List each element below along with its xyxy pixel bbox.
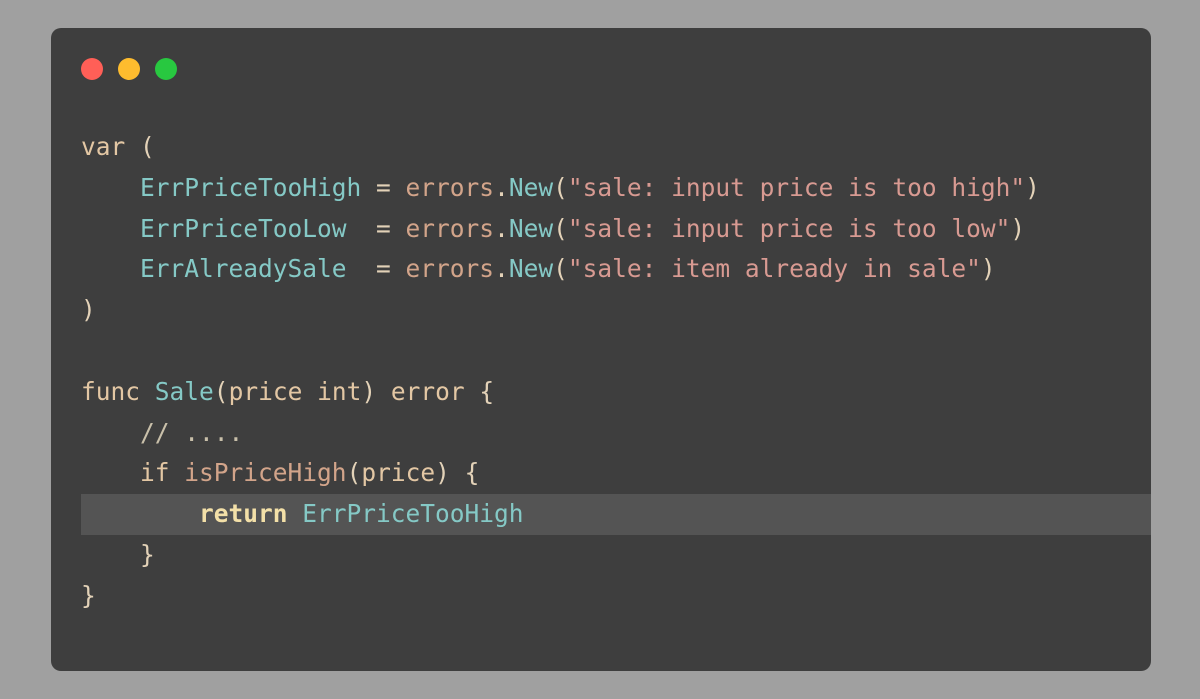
code-line: } <box>81 576 1151 617</box>
punctuation: ) <box>361 376 377 406</box>
code-line: ErrPriceTooLow = errors.New("sale: input… <box>81 209 1151 250</box>
minimize-dot-icon[interactable] <box>118 58 140 80</box>
identifier: ErrPriceTooLow <box>140 213 347 243</box>
punctuation: . <box>494 172 509 202</box>
function-name: New <box>508 213 554 243</box>
code-line: if isPriceHigh(price) { <box>81 453 1151 494</box>
keyword: return <box>199 499 288 529</box>
code-line: } <box>81 535 1151 576</box>
code-line: // .... <box>81 413 1151 454</box>
package-name: errors <box>405 213 495 243</box>
code-line: ErrPriceTooHigh = errors.New("sale: inpu… <box>81 168 1151 209</box>
punctuation: ( <box>553 254 568 284</box>
punctuation: } <box>81 580 96 610</box>
code-line: var ( <box>81 127 1151 168</box>
punctuation: ( <box>213 376 229 406</box>
parameter: price <box>228 376 303 406</box>
identifier: ErrPriceTooHigh <box>302 499 524 529</box>
punctuation: ( <box>346 458 362 488</box>
code-window: var ( ErrPriceTooHigh = errors.New("sale… <box>51 28 1151 671</box>
operator: = <box>346 254 406 284</box>
function-name: Sale <box>154 376 214 406</box>
function-name: New <box>508 172 554 202</box>
operator: = <box>361 172 406 202</box>
punctuation: ) <box>980 254 996 284</box>
package-name: errors <box>405 172 495 202</box>
code-block: var ( ErrPriceTooHigh = errors.New("sale… <box>81 127 1151 617</box>
identifier: ErrPriceTooHigh <box>140 172 362 202</box>
keyword: if <box>140 458 170 488</box>
keyword: var <box>81 132 126 161</box>
punctuation: { <box>464 376 495 406</box>
code-line: ) <box>81 290 1151 331</box>
punctuation: ) <box>81 295 96 325</box>
string-literal: "sale: input price is too low" <box>567 213 1011 243</box>
operator: = <box>346 213 406 243</box>
code-line: ErrAlreadySale = errors.New("sale: item … <box>81 249 1151 290</box>
punctuation: ) <box>1025 172 1040 202</box>
maximize-dot-icon[interactable] <box>155 58 177 80</box>
punctuation: ( <box>553 213 568 243</box>
code-line-highlighted: return ErrPriceTooHigh <box>81 494 1151 535</box>
punctuation: ) <box>1010 213 1026 243</box>
punctuation: . <box>494 213 509 243</box>
close-dot-icon[interactable] <box>81 58 103 80</box>
package-name: errors <box>405 254 495 284</box>
punctuation: { <box>449 458 480 488</box>
keyword: func <box>81 376 141 406</box>
punctuation: ( <box>553 172 568 202</box>
identifier: ErrAlreadySale <box>140 254 347 284</box>
function-call: isPriceHigh <box>184 458 347 488</box>
punctuation: . <box>494 254 509 284</box>
comment: // .... <box>140 417 244 447</box>
string-literal: "sale: input price is too high" <box>567 172 1026 202</box>
code-line: func Sale(price int) error { <box>81 372 1151 413</box>
punctuation: ) <box>435 458 450 488</box>
return-type: error <box>390 376 465 406</box>
function-name: New <box>508 254 554 284</box>
argument: price <box>361 458 436 488</box>
type-name: int <box>317 376 362 406</box>
punctuation: ( <box>125 132 155 161</box>
punctuation: } <box>140 539 155 569</box>
string-literal: "sale: item already in sale" <box>567 254 981 284</box>
